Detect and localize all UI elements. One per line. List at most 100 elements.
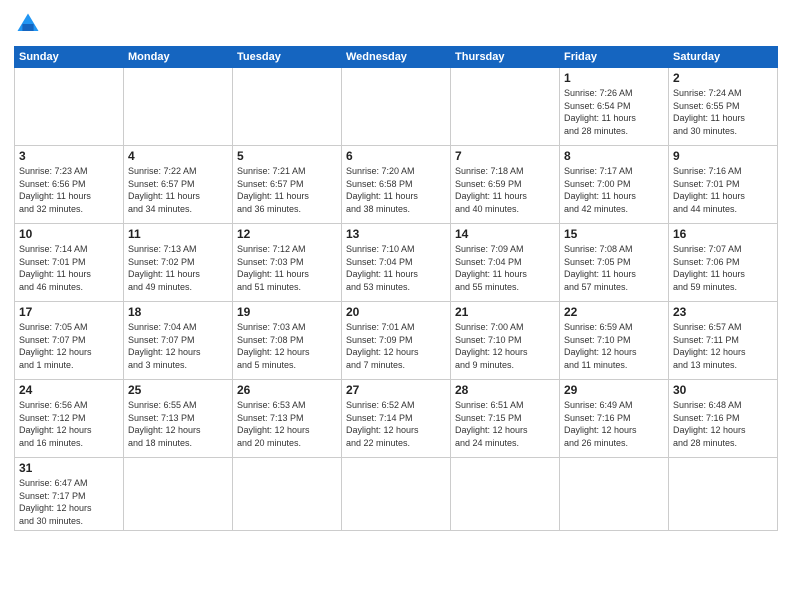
day-info: Sunrise: 6:53 AM Sunset: 7:13 PM Dayligh… <box>237 399 337 449</box>
calendar-cell: 20Sunrise: 7:01 AM Sunset: 7:09 PM Dayli… <box>342 302 451 380</box>
day-info: Sunrise: 7:14 AM Sunset: 7:01 PM Dayligh… <box>19 243 119 293</box>
calendar-cell: 8 Sunrise: 7:17 AM Sunset: 7:00 PM Daylig… <box>560 146 669 224</box>
calendar-cell: 12 Sunrise: 7:12 AM Sunset: 7:03 PM Dayli… <box>233 224 342 302</box>
weekday-header-row: SundayMondayTuesdayWednesdayThursdayFrid… <box>15 47 778 68</box>
calendar-cell <box>124 458 233 531</box>
logo <box>14 10 46 38</box>
day-info: Sunrise: 6:48 AM Sunset: 7:16 PM Dayligh… <box>673 399 773 449</box>
day-info: Sunrise: 7:16 AM Sunset: 7:01 PM Dayligh… <box>673 165 773 215</box>
calendar-cell: 18Sunrise: 7:04 AM Sunset: 7:07 PM Dayli… <box>124 302 233 380</box>
weekday-header-wednesday: Wednesday <box>342 47 451 68</box>
day-info: Sunrise: 7:20 AM Sunset: 6:58 PM Dayligh… <box>346 165 446 215</box>
day-info: Sunrise: 6:55 AM Sunset: 7:13 PM Dayligh… <box>128 399 228 449</box>
calendar-cell: 23 Sunrise: 6:57 AM Sunset: 7:11 PM Dayli… <box>669 302 778 380</box>
day-number: 25 <box>128 383 228 397</box>
calendar-cell: 2Sunrise: 7:24 AM Sunset: 6:55 PM Daylig… <box>669 68 778 146</box>
calendar-cell: 5 Sunrise: 7:21 AM Sunset: 6:57 PM Daylig… <box>233 146 342 224</box>
day-info: Sunrise: 6:56 AM Sunset: 7:12 PM Dayligh… <box>19 399 119 449</box>
weekday-header-thursday: Thursday <box>451 47 560 68</box>
calendar-cell: 22Sunrise: 6:59 AM Sunset: 7:10 PM Dayli… <box>560 302 669 380</box>
calendar-row: 10 Sunrise: 7:14 AM Sunset: 7:01 PM Dayli… <box>15 224 778 302</box>
day-info: Sunrise: 7:21 AM Sunset: 6:57 PM Dayligh… <box>237 165 337 215</box>
calendar-cell: 11 Sunrise: 7:13 AM Sunset: 7:02 PM Dayli… <box>124 224 233 302</box>
weekday-header-saturday: Saturday <box>669 47 778 68</box>
calendar-row: 17 Sunrise: 7:05 AM Sunset: 7:07 PM Dayli… <box>15 302 778 380</box>
calendar-cell <box>451 458 560 531</box>
calendar-cell: 1 Sunrise: 7:26 AM Sunset: 6:54 PM Daylig… <box>560 68 669 146</box>
day-info: Sunrise: 6:47 AM Sunset: 7:17 PM Dayligh… <box>19 477 119 527</box>
day-info: Sunrise: 7:17 AM Sunset: 7:00 PM Dayligh… <box>564 165 664 215</box>
day-info: Sunrise: 7:07 AM Sunset: 7:06 PM Dayligh… <box>673 243 773 293</box>
day-number: 29 <box>564 383 664 397</box>
calendar-cell <box>342 68 451 146</box>
day-info: Sunrise: 7:13 AM Sunset: 7:02 PM Dayligh… <box>128 243 228 293</box>
day-info: Sunrise: 7:18 AM Sunset: 6:59 PM Dayligh… <box>455 165 555 215</box>
calendar-cell: 3 Sunrise: 7:23 AM Sunset: 6:56 PM Daylig… <box>15 146 124 224</box>
day-info: Sunrise: 7:08 AM Sunset: 7:05 PM Dayligh… <box>564 243 664 293</box>
day-info: Sunrise: 7:10 AM Sunset: 7:04 PM Dayligh… <box>346 243 446 293</box>
calendar-cell: 4 Sunrise: 7:22 AM Sunset: 6:57 PM Daylig… <box>124 146 233 224</box>
day-number: 16 <box>673 227 773 241</box>
day-number: 27 <box>346 383 446 397</box>
day-number: 21 <box>455 305 555 319</box>
page: SundayMondayTuesdayWednesdayThursdayFrid… <box>0 0 792 612</box>
day-info: Sunrise: 6:49 AM Sunset: 7:16 PM Dayligh… <box>564 399 664 449</box>
calendar-row: 24Sunrise: 6:56 AM Sunset: 7:12 PM Dayli… <box>15 380 778 458</box>
day-number: 26 <box>237 383 337 397</box>
day-number: 4 <box>128 149 228 163</box>
day-number: 12 <box>237 227 337 241</box>
day-info: Sunrise: 7:22 AM Sunset: 6:57 PM Dayligh… <box>128 165 228 215</box>
day-info: Sunrise: 6:51 AM Sunset: 7:15 PM Dayligh… <box>455 399 555 449</box>
header <box>14 10 778 38</box>
calendar-row: 1 Sunrise: 7:26 AM Sunset: 6:54 PM Daylig… <box>15 68 778 146</box>
calendar-cell <box>124 68 233 146</box>
day-info: Sunrise: 7:26 AM Sunset: 6:54 PM Dayligh… <box>564 87 664 137</box>
day-number: 10 <box>19 227 119 241</box>
day-number: 9 <box>673 149 773 163</box>
day-number: 6 <box>346 149 446 163</box>
day-number: 8 <box>564 149 664 163</box>
calendar-cell: 25 Sunrise: 6:55 AM Sunset: 7:13 PM Dayli… <box>124 380 233 458</box>
calendar-cell: 7Sunrise: 7:18 AM Sunset: 6:59 PM Daylig… <box>451 146 560 224</box>
day-info: Sunrise: 7:12 AM Sunset: 7:03 PM Dayligh… <box>237 243 337 293</box>
calendar-cell <box>15 68 124 146</box>
calendar-cell: 9 Sunrise: 7:16 AM Sunset: 7:01 PM Daylig… <box>669 146 778 224</box>
calendar-cell <box>233 68 342 146</box>
weekday-header-tuesday: Tuesday <box>233 47 342 68</box>
day-number: 15 <box>564 227 664 241</box>
day-number: 22 <box>564 305 664 319</box>
day-number: 23 <box>673 305 773 319</box>
weekday-header-friday: Friday <box>560 47 669 68</box>
calendar-cell: 16 Sunrise: 7:07 AM Sunset: 7:06 PM Dayli… <box>669 224 778 302</box>
day-info: Sunrise: 7:05 AM Sunset: 7:07 PM Dayligh… <box>19 321 119 371</box>
day-number: 5 <box>237 149 337 163</box>
day-info: Sunrise: 7:23 AM Sunset: 6:56 PM Dayligh… <box>19 165 119 215</box>
calendar-cell: 10 Sunrise: 7:14 AM Sunset: 7:01 PM Dayli… <box>15 224 124 302</box>
day-number: 3 <box>19 149 119 163</box>
day-number: 20 <box>346 305 446 319</box>
day-info: Sunrise: 7:04 AM Sunset: 7:07 PM Dayligh… <box>128 321 228 371</box>
calendar-cell: 6 Sunrise: 7:20 AM Sunset: 6:58 PM Daylig… <box>342 146 451 224</box>
calendar-cell: 13Sunrise: 7:10 AM Sunset: 7:04 PM Dayli… <box>342 224 451 302</box>
calendar-cell: 24Sunrise: 6:56 AM Sunset: 7:12 PM Dayli… <box>15 380 124 458</box>
day-number: 17 <box>19 305 119 319</box>
day-number: 14 <box>455 227 555 241</box>
day-number: 19 <box>237 305 337 319</box>
calendar-cell: 28 Sunrise: 6:51 AM Sunset: 7:15 PM Dayli… <box>451 380 560 458</box>
day-number: 30 <box>673 383 773 397</box>
day-info: Sunrise: 7:00 AM Sunset: 7:10 PM Dayligh… <box>455 321 555 371</box>
day-number: 1 <box>564 71 664 85</box>
calendar-cell: 14Sunrise: 7:09 AM Sunset: 7:04 PM Dayli… <box>451 224 560 302</box>
calendar-cell: 29 Sunrise: 6:49 AM Sunset: 7:16 PM Dayli… <box>560 380 669 458</box>
weekday-header-monday: Monday <box>124 47 233 68</box>
calendar-cell: 19Sunrise: 7:03 AM Sunset: 7:08 PM Dayli… <box>233 302 342 380</box>
calendar-row: 31 Sunrise: 6:47 AM Sunset: 7:17 PM Dayli… <box>15 458 778 531</box>
day-number: 28 <box>455 383 555 397</box>
day-info: Sunrise: 6:57 AM Sunset: 7:11 PM Dayligh… <box>673 321 773 371</box>
calendar-cell: 17 Sunrise: 7:05 AM Sunset: 7:07 PM Dayli… <box>15 302 124 380</box>
calendar-cell: 27Sunrise: 6:52 AM Sunset: 7:14 PM Dayli… <box>342 380 451 458</box>
day-number: 11 <box>128 227 228 241</box>
day-number: 31 <box>19 461 119 475</box>
day-number: 2 <box>673 71 773 85</box>
calendar-cell: 26 Sunrise: 6:53 AM Sunset: 7:13 PM Dayli… <box>233 380 342 458</box>
